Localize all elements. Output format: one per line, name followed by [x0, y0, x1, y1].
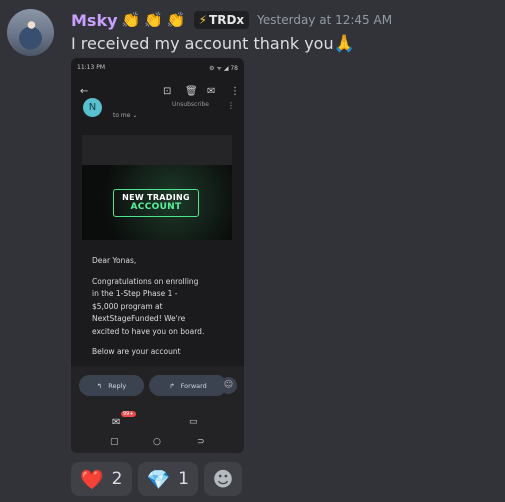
more-icon: ⋮	[230, 86, 240, 97]
email-paragraph: Dear Yonas,	[92, 256, 137, 265]
gem-icon: 💎	[146, 468, 171, 491]
message-timestamp[interactable]: Yesterday at 12:45 AM	[257, 13, 392, 27]
message-content: I received my account thank you🙏	[71, 34, 355, 54]
heart-icon: ❤️	[80, 468, 104, 491]
username[interactable]: Msky	[71, 11, 118, 30]
sender-avatar: N	[83, 98, 102, 117]
email-actions: ↰ Reply ↱ Forward ☺	[71, 366, 244, 406]
status-icons: ⚙ ᯤ ◢ 78	[209, 65, 238, 72]
phone-bottom-nav: ✉ 99+ ▭ ▢ ○ ⊃	[71, 406, 244, 453]
user-avatar[interactable]	[7, 9, 54, 56]
recipient-label: to me ⌄	[113, 112, 138, 119]
banner-line-1: NEW TRADING	[122, 193, 190, 202]
forward-icon: ↱	[169, 381, 175, 390]
system-back-icon: ⊃	[197, 437, 205, 447]
promo-banner: NEW TRADING ACCOUNT	[82, 165, 232, 240]
clap-emoji-1: 👏	[121, 11, 141, 29]
pray-emoji: 🙏	[333, 34, 355, 54]
emoji-icon: ☺	[220, 377, 237, 394]
phone-status-bar: 11:13 PM ⚙ ᯤ ◢ 78	[71, 58, 244, 76]
smiley-icon: ☻	[212, 467, 234, 491]
banner-line-2: ACCOUNT	[130, 202, 182, 212]
delete-icon: 🗑	[185, 86, 198, 97]
reaction-count: 1	[178, 469, 189, 489]
message-header: Msky 👏 👏 👏 ⚡ TRDx Yesterday at 12:45 AM	[71, 10, 392, 30]
clap-emoji-3: 👏	[166, 11, 186, 29]
clap-emoji-2: 👏	[144, 11, 163, 29]
reaction-heart[interactable]: ❤️ 2	[71, 462, 132, 496]
inbox-icon: ✉	[112, 417, 121, 428]
status-time: 11:13 PM	[77, 64, 105, 71]
forward-button: ↱ Forward	[149, 375, 227, 396]
reaction-count: 2	[111, 469, 123, 489]
server-tag[interactable]: ⚡ TRDx	[193, 11, 250, 29]
reply-icon: ↰	[96, 381, 103, 390]
unread-badge: 99+	[121, 411, 136, 417]
back-arrow-icon: ←	[80, 86, 89, 97]
message-text: I received my account thank you	[71, 34, 334, 53]
reply-label: Reply	[108, 381, 127, 390]
email-toolbar: ← ⊡ 🗑 ✉ ⋮	[71, 84, 244, 100]
reactions-bar: ❤️ 2 💎 1 ☻	[71, 462, 242, 496]
reply-button: ↰ Reply	[79, 375, 144, 396]
video-icon: ▭	[189, 417, 198, 427]
email-paragraph: Congratulations on enrolling in the 1-St…	[92, 276, 205, 336]
email-text: Dear Yonas, Congratulations on enrolling…	[92, 255, 227, 367]
lightning-icon: ⚡	[198, 13, 208, 27]
email-body: Dear Yonas, Congratulations on enrolling…	[82, 240, 232, 366]
banner-box: NEW TRADING ACCOUNT	[113, 189, 199, 217]
recents-icon: ▢	[110, 437, 119, 447]
home-icon: ○	[153, 437, 161, 447]
mail-icon: ✉	[207, 86, 216, 97]
email-more-icon: ⋮	[227, 101, 235, 110]
attached-screenshot[interactable]: 11:13 PM ⚙ ᯤ ◢ 78 ← ⊡ 🗑 ✉ ⋮ N to me ⌄ Un…	[71, 58, 244, 453]
server-tag-text: TRDx	[209, 13, 245, 27]
unsubscribe-link: Unsubscribe	[172, 101, 209, 108]
add-reaction-button[interactable]: ☻	[204, 462, 242, 496]
archive-icon: ⊡	[163, 86, 172, 97]
forward-label: Forward	[180, 381, 207, 390]
reaction-gem[interactable]: 💎 1	[137, 462, 198, 496]
email-paragraph: Below are your account	[92, 347, 181, 356]
